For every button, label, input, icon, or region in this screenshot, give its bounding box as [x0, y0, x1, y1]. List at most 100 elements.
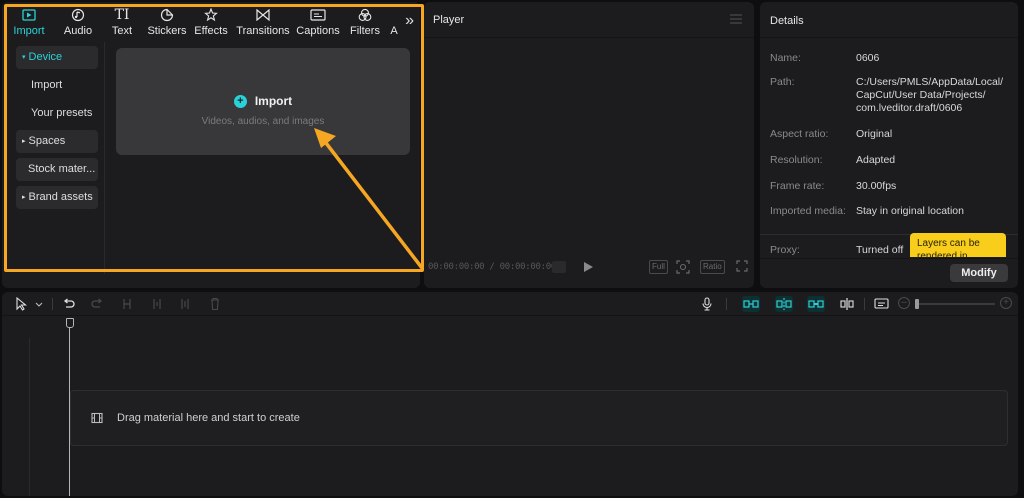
transitions-icon: [254, 7, 272, 23]
split-right-icon[interactable]: [178, 297, 192, 311]
timeline-drop-zone[interactable]: Drag material here and start to create: [70, 390, 1008, 446]
timeline-toolbar: – +: [2, 292, 1018, 316]
zoom-slider[interactable]: [919, 303, 995, 305]
track-header-divider: [29, 338, 30, 496]
fullscreen-button[interactable]: Full: [649, 260, 668, 274]
import-icon: [20, 7, 38, 23]
tab-adjustment[interactable]: A: [388, 2, 400, 40]
tab-effects[interactable]: Effects: [190, 2, 232, 40]
detail-value: Adapted: [856, 154, 896, 166]
tab-text[interactable]: TI Text: [100, 2, 144, 40]
media-sidebar: ▾ Device Import Your presets ▸ Spaces Stoc…: [16, 46, 98, 214]
player-controls: 00:00:00:00 / 00:00:00:00 Full Ratio: [424, 256, 754, 278]
sidebar-item-spaces[interactable]: ▸ Spaces: [16, 130, 98, 153]
effects-icon: [202, 7, 220, 23]
film-icon: [91, 412, 103, 424]
playhead-handle[interactable]: [66, 318, 74, 328]
delete-icon[interactable]: [208, 297, 222, 311]
redo-icon[interactable]: [90, 297, 104, 311]
player-header: Player: [424, 2, 754, 38]
sidebar-item-label: Your presets: [31, 107, 93, 119]
split-left-icon[interactable]: [150, 297, 164, 311]
tooltip: Layers can be rendered in: [910, 233, 1006, 257]
split-icon[interactable]: [120, 297, 134, 311]
sidebar-item-label: Spaces: [28, 135, 66, 147]
stickers-icon: [158, 7, 176, 23]
toolbar-divider: [726, 298, 727, 310]
tab-label: Import: [13, 25, 45, 37]
preview-axis-icon[interactable]: [840, 297, 854, 311]
tab-filters[interactable]: Filters: [342, 2, 388, 40]
tab-label: Transitions: [236, 25, 290, 37]
timeline-panel: – + Drag material here and start to crea…: [2, 292, 1018, 496]
chevron-down-icon[interactable]: [34, 297, 48, 311]
tab-label: Captions: [296, 25, 340, 37]
detail-row-aspect-ratio: Aspect ratio: Original: [770, 128, 1010, 141]
tab-label: Text: [111, 25, 133, 37]
player-timecode: 00:00:00:00 / 00:00:00:00: [428, 262, 556, 272]
linkage-icon[interactable]: [807, 296, 825, 312]
import-subtitle: Videos, audios, and images: [201, 116, 325, 127]
tab-label: Audio: [63, 25, 93, 37]
tab-label: A: [390, 25, 398, 37]
sidebar-item-label: Device: [28, 51, 63, 63]
sidebar-item-brand-assets[interactable]: ▸ Brand assets: [16, 186, 98, 209]
tab-transitions[interactable]: Transitions: [232, 2, 294, 40]
sidebar-item-stock-material[interactable]: Stock mater...: [16, 158, 98, 181]
text-icon: TI: [114, 7, 130, 23]
expand-icon[interactable]: [736, 260, 748, 272]
modify-button[interactable]: Modify: [950, 264, 1008, 282]
sidebar-item-import[interactable]: Import: [16, 74, 98, 97]
ratio-button[interactable]: Ratio: [700, 260, 725, 274]
sidebar-item-label: Import: [31, 79, 63, 91]
main-track-magnet-icon[interactable]: [742, 296, 760, 312]
caption-preview-icon[interactable]: [874, 297, 889, 311]
filters-icon: [356, 7, 374, 23]
undo-icon[interactable]: [62, 297, 76, 311]
detail-label: Imported media:: [770, 205, 846, 217]
import-label: Import: [254, 94, 293, 108]
menu-icon[interactable]: [730, 14, 742, 24]
detail-label: Frame rate:: [770, 180, 825, 192]
zoom-slider-handle[interactable]: [915, 299, 919, 309]
detail-label: Proxy:: [770, 244, 800, 256]
sidebar-item-your-presets[interactable]: Your presets: [16, 102, 98, 125]
detail-row-imported-media: Imported media: Stay in original locatio…: [770, 205, 1010, 218]
zoom-in-button[interactable]: +: [1000, 297, 1012, 309]
detail-value: Turned off: [856, 244, 904, 256]
adjustment-icon: [388, 7, 400, 23]
media-panel: Import Audio TI Text Stickers Effects Tr…: [2, 2, 420, 288]
caret-down-icon: ▾: [22, 54, 26, 61]
tabs-more-button[interactable]: »: [405, 12, 414, 30]
tab-stickers[interactable]: Stickers: [144, 2, 190, 40]
detail-row-resolution: Resolution: Adapted: [770, 154, 1010, 167]
detail-value: Stay in original location: [856, 205, 964, 217]
details-header: Details: [760, 2, 1018, 38]
auto-snap-icon[interactable]: [775, 296, 793, 312]
sidebar-divider: [104, 42, 105, 274]
detail-value: 0606: [856, 52, 880, 64]
detail-value: C:/Users/PMLS/AppData/Local/ CapCut/User…: [856, 76, 1004, 114]
focus-icon[interactable]: [676, 260, 690, 274]
detail-value: Original: [856, 128, 893, 140]
media-tabs: Import Audio TI Text Stickers Effects Tr…: [2, 2, 420, 40]
detail-label: Path:: [770, 76, 795, 88]
detail-row-name: Name: 0606: [770, 52, 1010, 65]
detail-label: Aspect ratio:: [770, 128, 829, 140]
tab-import[interactable]: Import: [2, 2, 56, 40]
zoom-out-button[interactable]: –: [898, 297, 910, 309]
detail-row-path: Path: C:/Users/PMLS/AppData/Local/ CapCu…: [770, 76, 1010, 115]
tab-audio[interactable]: Audio: [56, 2, 100, 40]
tab-captions[interactable]: Captions: [294, 2, 342, 40]
microphone-icon[interactable]: [700, 297, 714, 311]
tab-label: Filters: [350, 25, 380, 37]
select-cursor-icon[interactable]: [14, 297, 28, 311]
tab-label: Effects: [194, 25, 228, 37]
play-icon[interactable]: [584, 262, 593, 272]
import-drop-area[interactable]: + Import Videos, audios, and images: [116, 48, 410, 155]
sidebar-item-device[interactable]: ▾ Device: [16, 46, 98, 69]
caret-right-icon: ▸: [22, 194, 26, 201]
toolbar-divider: [864, 298, 865, 310]
caret-right-icon: ▸: [22, 138, 26, 145]
import-button[interactable]: + Import: [116, 94, 410, 108]
